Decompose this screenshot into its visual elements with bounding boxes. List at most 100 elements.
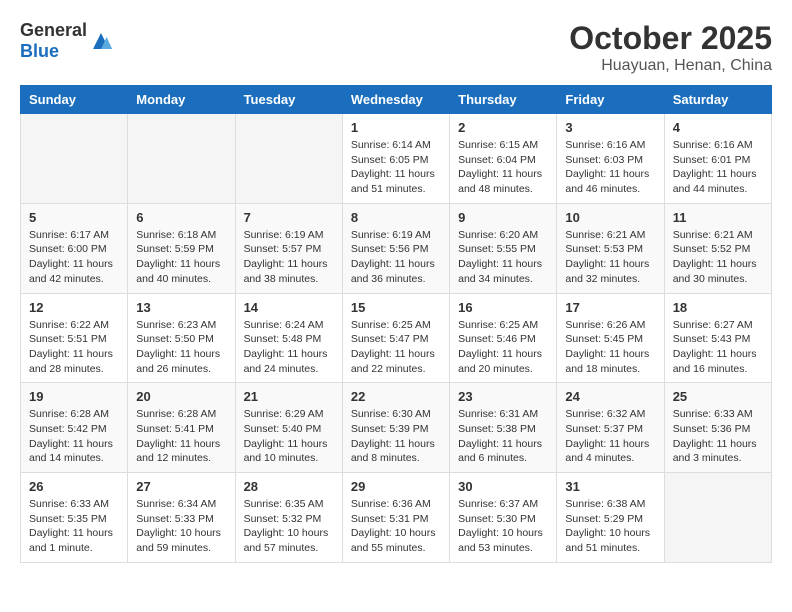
calendar-cell: 31Sunrise: 6:38 AMSunset: 5:29 PMDayligh… [557, 473, 664, 563]
day-number: 9 [458, 210, 548, 225]
calendar-cell: 5Sunrise: 6:17 AMSunset: 6:00 PMDaylight… [21, 203, 128, 293]
calendar-cell: 23 Sunrise: 6:31 AMSunset: 5:38 PMDayligh… [450, 383, 557, 473]
month-title: October 2025 [569, 20, 772, 57]
day-number: 22 [351, 389, 441, 404]
day-number: 18 [673, 300, 763, 315]
calendar-cell: 15 Sunrise: 6:25 AMSunset: 5:47 PMDayligh… [342, 293, 449, 383]
day-info: Sunrise: 6:36 AMSunset: 5:31 PMDaylight:… [351, 497, 441, 556]
week-row-2: 5Sunrise: 6:17 AMSunset: 6:00 PMDaylight… [21, 203, 772, 293]
calendar-cell: 3Sunrise: 6:16 AMSunset: 6:03 PMDaylight… [557, 114, 664, 204]
calendar-cell: 9 Sunrise: 6:20 AMSunset: 5:55 PMDaylight… [450, 203, 557, 293]
day-info: Sunrise: 6:19 AMSunset: 5:57 PMDaylight:… [244, 228, 334, 287]
weekday-header-wednesday: Wednesday [342, 86, 449, 114]
day-number: 24 [565, 389, 655, 404]
calendar-cell: 17 Sunrise: 6:26 AMSunset: 5:45 PMDayligh… [557, 293, 664, 383]
day-number: 23 [458, 389, 548, 404]
weekday-header-friday: Friday [557, 86, 664, 114]
calendar-cell: 4Sunrise: 6:16 AMSunset: 6:01 PMDaylight… [664, 114, 771, 204]
day-number: 26 [29, 479, 119, 494]
day-number: 11 [673, 210, 763, 225]
day-info: Sunrise: 6:24 AMSunset: 5:48 PMDaylight:… [244, 318, 334, 377]
calendar-cell: 6 Sunrise: 6:18 AMSunset: 5:59 PMDaylight… [128, 203, 235, 293]
day-info: Sunrise: 6:23 AMSunset: 5:50 PMDaylight:… [136, 318, 226, 377]
weekday-header-monday: Monday [128, 86, 235, 114]
weekday-header-sunday: Sunday [21, 86, 128, 114]
day-info: Sunrise: 6:33 AMSunset: 5:35 PMDaylight:… [29, 497, 119, 556]
day-number: 13 [136, 300, 226, 315]
day-number: 27 [136, 479, 226, 494]
calendar-cell: 27 Sunrise: 6:34 AMSunset: 5:33 PMDayligh… [128, 473, 235, 563]
calendar-cell: 18 Sunrise: 6:27 AMSunset: 5:43 PMDayligh… [664, 293, 771, 383]
day-number: 20 [136, 389, 226, 404]
day-info: Sunrise: 6:38 AMSunset: 5:29 PMDaylight:… [565, 497, 655, 556]
day-number: 8 [351, 210, 441, 225]
calendar-cell: 7 Sunrise: 6:19 AMSunset: 5:57 PMDaylight… [235, 203, 342, 293]
day-number: 17 [565, 300, 655, 315]
logo-icon [89, 29, 113, 53]
calendar-cell: 24Sunrise: 6:32 AMSunset: 5:37 PMDayligh… [557, 383, 664, 473]
calendar-cell: 16 Sunrise: 6:25 AMSunset: 5:46 PMDayligh… [450, 293, 557, 383]
day-info: Sunrise: 6:27 AMSunset: 5:43 PMDaylight:… [673, 318, 763, 377]
day-number: 15 [351, 300, 441, 315]
day-info: Sunrise: 6:28 AMSunset: 5:41 PMDaylight:… [136, 407, 226, 466]
calendar-cell: 20 Sunrise: 6:28 AMSunset: 5:41 PMDayligh… [128, 383, 235, 473]
day-number: 16 [458, 300, 548, 315]
calendar-cell: 30 Sunrise: 6:37 AMSunset: 5:30 PMDayligh… [450, 473, 557, 563]
calendar-cell: 2 Sunrise: 6:15 AMSunset: 6:04 PMDaylight… [450, 114, 557, 204]
calendar-cell: 19Sunrise: 6:28 AMSunset: 5:42 PMDayligh… [21, 383, 128, 473]
calendar: SundayMondayTuesdayWednesdayThursdayFrid… [20, 85, 772, 563]
day-info: Sunrise: 6:25 AMSunset: 5:46 PMDaylight:… [458, 318, 548, 377]
weekday-header-thursday: Thursday [450, 86, 557, 114]
calendar-cell: 8Sunrise: 6:19 AMSunset: 5:56 PMDaylight… [342, 203, 449, 293]
day-info: Sunrise: 6:33 AMSunset: 5:36 PMDaylight:… [673, 407, 763, 466]
logo-text: General Blue [20, 20, 87, 62]
week-row-3: 12 Sunrise: 6:22 AMSunset: 5:51 PMDayligh… [21, 293, 772, 383]
day-info: Sunrise: 6:18 AMSunset: 5:59 PMDaylight:… [136, 228, 226, 287]
logo-general: General [20, 20, 87, 40]
logo-blue: Blue [20, 41, 59, 61]
weekday-header-saturday: Saturday [664, 86, 771, 114]
calendar-cell: 10Sunrise: 6:21 AMSunset: 5:53 PMDayligh… [557, 203, 664, 293]
calendar-cell: 11 Sunrise: 6:21 AMSunset: 5:52 PMDayligh… [664, 203, 771, 293]
day-number: 1 [351, 120, 441, 135]
day-number: 29 [351, 479, 441, 494]
day-number: 6 [136, 210, 226, 225]
day-info: Sunrise: 6:25 AMSunset: 5:47 PMDaylight:… [351, 318, 441, 377]
day-info: Sunrise: 6:34 AMSunset: 5:33 PMDaylight:… [136, 497, 226, 556]
day-number: 12 [29, 300, 119, 315]
day-info: Sunrise: 6:37 AMSunset: 5:30 PMDaylight:… [458, 497, 548, 556]
header: General Blue October 2025 Huayuan, Henan… [20, 20, 772, 75]
calendar-cell: 26 Sunrise: 6:33 AMSunset: 5:35 PMDayligh… [21, 473, 128, 563]
day-number: 2 [458, 120, 548, 135]
day-info: Sunrise: 6:28 AMSunset: 5:42 PMDaylight:… [29, 407, 119, 466]
day-info: Sunrise: 6:30 AMSunset: 5:39 PMDaylight:… [351, 407, 441, 466]
day-number: 25 [673, 389, 763, 404]
calendar-cell: 12 Sunrise: 6:22 AMSunset: 5:51 PMDayligh… [21, 293, 128, 383]
day-info: Sunrise: 6:22 AMSunset: 5:51 PMDaylight:… [29, 318, 119, 377]
calendar-cell: 1Sunrise: 6:14 AMSunset: 6:05 PMDaylight… [342, 114, 449, 204]
calendar-cell [235, 114, 342, 204]
day-number: 4 [673, 120, 763, 135]
day-info: Sunrise: 6:35 AMSunset: 5:32 PMDaylight:… [244, 497, 334, 556]
calendar-cell [664, 473, 771, 563]
calendar-cell: 22 Sunrise: 6:30 AMSunset: 5:39 PMDayligh… [342, 383, 449, 473]
day-info: Sunrise: 6:16 AMSunset: 6:03 PMDaylight:… [565, 138, 655, 197]
week-row-5: 26 Sunrise: 6:33 AMSunset: 5:35 PMDayligh… [21, 473, 772, 563]
calendar-cell: 28 Sunrise: 6:35 AMSunset: 5:32 PMDayligh… [235, 473, 342, 563]
calendar-cell: 25 Sunrise: 6:33 AMSunset: 5:36 PMDayligh… [664, 383, 771, 473]
day-number: 30 [458, 479, 548, 494]
day-info: Sunrise: 6:29 AMSunset: 5:40 PMDaylight:… [244, 407, 334, 466]
day-info: Sunrise: 6:26 AMSunset: 5:45 PMDaylight:… [565, 318, 655, 377]
day-number: 7 [244, 210, 334, 225]
day-info: Sunrise: 6:21 AMSunset: 5:52 PMDaylight:… [673, 228, 763, 287]
week-row-4: 19Sunrise: 6:28 AMSunset: 5:42 PMDayligh… [21, 383, 772, 473]
day-info: Sunrise: 6:21 AMSunset: 5:53 PMDaylight:… [565, 228, 655, 287]
day-number: 14 [244, 300, 334, 315]
calendar-cell [128, 114, 235, 204]
day-info: Sunrise: 6:20 AMSunset: 5:55 PMDaylight:… [458, 228, 548, 287]
day-info: Sunrise: 6:15 AMSunset: 6:04 PMDaylight:… [458, 138, 548, 197]
day-number: 28 [244, 479, 334, 494]
day-info: Sunrise: 6:31 AMSunset: 5:38 PMDaylight:… [458, 407, 548, 466]
weekday-header-row: SundayMondayTuesdayWednesdayThursdayFrid… [21, 86, 772, 114]
day-info: Sunrise: 6:17 AMSunset: 6:00 PMDaylight:… [29, 228, 119, 287]
